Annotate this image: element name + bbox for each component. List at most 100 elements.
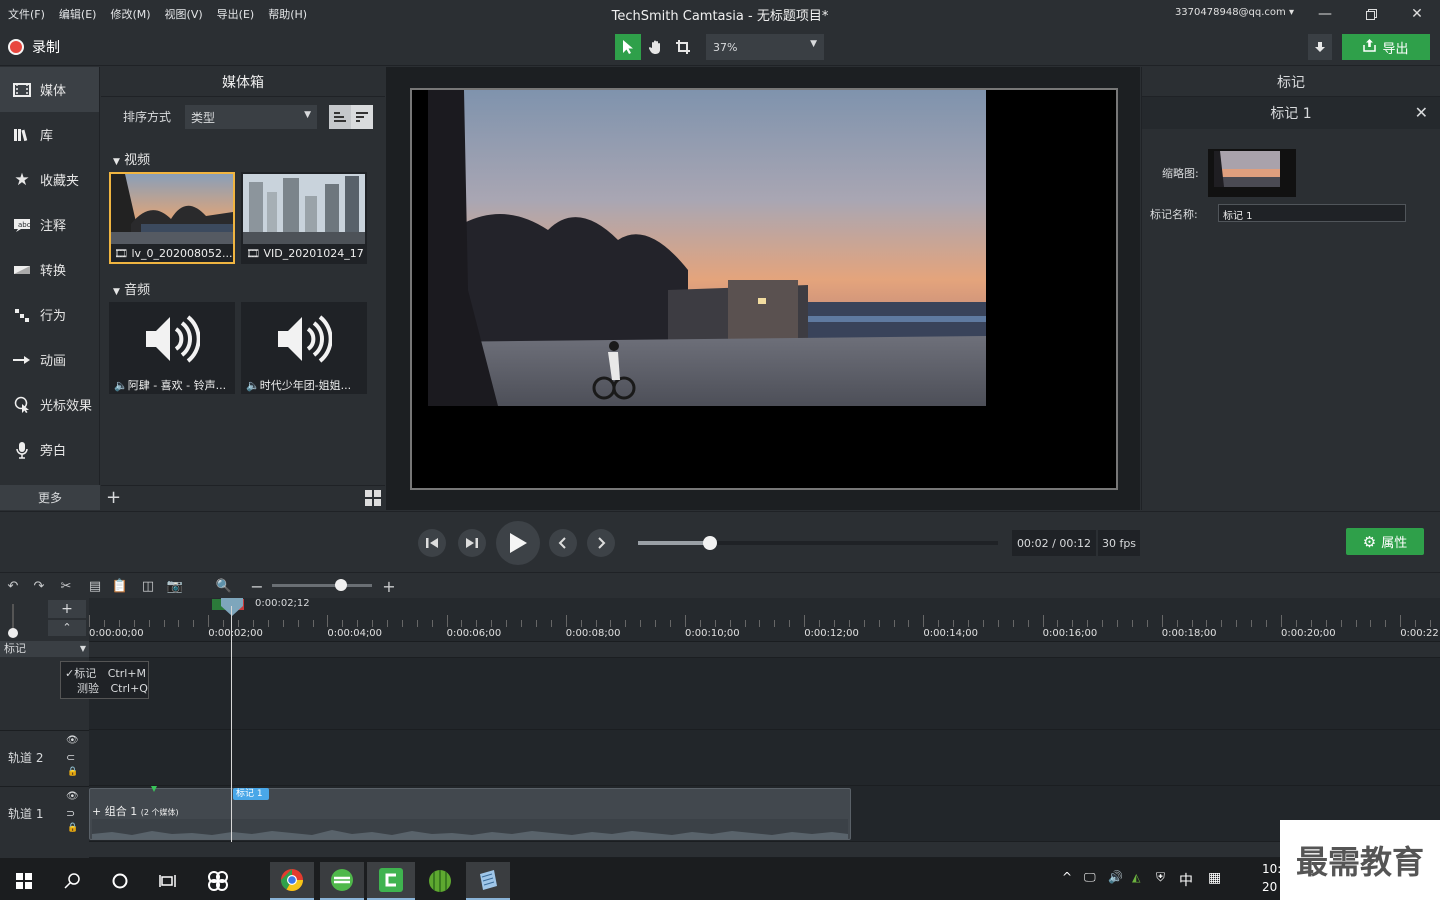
camera-icon[interactable]: 📷 — [166, 577, 184, 595]
copy-icon[interactable]: ▤ — [86, 577, 104, 595]
redo-icon[interactable]: ↷ — [30, 577, 48, 595]
taskbar-app-notes[interactable] — [466, 862, 510, 900]
play-button[interactable] — [496, 521, 540, 565]
audio-section-header[interactable]: ▼ 音频 — [113, 279, 150, 298]
close-window-button[interactable]: ✕ — [1394, 0, 1440, 28]
media-thumb-audio-2[interactable]: 🔈时代少年团-姐姐... — [241, 302, 367, 394]
sort-select[interactable]: 类型 ▼ — [185, 105, 317, 129]
collapse-button[interactable]: ⌃ — [48, 620, 86, 636]
details-view-button[interactable] — [329, 105, 351, 129]
clock-date[interactable]: 20 — [1262, 880, 1277, 894]
undo-icon[interactable]: ↶ — [4, 577, 22, 595]
eye-icon[interactable]: 👁 — [66, 791, 79, 802]
cortana-button[interactable] — [98, 862, 142, 900]
next-button[interactable] — [587, 529, 615, 557]
marker-chip[interactable]: 标记 1 — [233, 788, 269, 800]
security-icon[interactable]: ⛨ — [1156, 870, 1165, 885]
marker-track-dropdown[interactable]: 标记 ▼ — [0, 641, 89, 657]
group-clip[interactable]: + 组合 1 (2 个媒体) — [89, 788, 851, 840]
zoom-slider-handle[interactable] — [335, 579, 347, 591]
nav-cursor-effects[interactable]: 光标效果 — [0, 382, 99, 427]
nav-voice-narration[interactable]: 旁白 — [0, 427, 99, 472]
track-1[interactable]: + 组合 1 (2 个媒体) 标记 1 — [89, 786, 1440, 842]
split-icon[interactable]: ◫ — [139, 577, 157, 595]
menu-view[interactable]: 视图(V) — [165, 6, 203, 22]
start-button[interactable] — [2, 862, 46, 900]
magnet-icon[interactable]: ⊂ — [66, 751, 75, 764]
nav-animations[interactable]: 动画 — [0, 337, 99, 382]
nav-more-button[interactable]: 更多 — [0, 485, 100, 510]
taskbar-app-pinwheel[interactable] — [196, 862, 240, 900]
paste-icon[interactable]: 📋 — [111, 577, 129, 595]
nav-behaviors[interactable]: 行为 — [0, 292, 99, 337]
track-height-slider[interactable] — [8, 604, 48, 638]
magnet-icon[interactable]: ⊃ — [66, 807, 75, 820]
nav-media[interactable]: 媒体 — [0, 67, 99, 112]
marker-name-input[interactable]: 标记 1 — [1218, 204, 1406, 222]
taskbar-app-browser[interactable] — [320, 862, 364, 900]
add-icon[interactable]: + — [106, 487, 121, 508]
timeline-zoom-slider[interactable] — [272, 579, 372, 591]
download-button[interactable] — [1308, 34, 1332, 60]
marker-track[interactable] — [89, 642, 1440, 658]
menu-help[interactable]: 帮助(H) — [268, 6, 307, 22]
nvidia-icon[interactable]: ◭ — [1132, 871, 1140, 884]
zoom-out-icon[interactable]: − — [248, 577, 266, 596]
ime-indicator[interactable]: 中 — [1179, 870, 1193, 890]
taskbar-app-camtasia[interactable] — [367, 862, 415, 900]
crop-tool-button[interactable] — [670, 34, 696, 60]
menu-item-marker[interactable]: ✓标记 Ctrl+M — [65, 665, 146, 681]
scrubber-handle[interactable] — [703, 536, 717, 550]
lock-icon[interactable]: 🔒 — [67, 767, 78, 777]
ime-grid-icon[interactable]: ▦ — [1208, 870, 1221, 886]
nav-annotations[interactable]: abc 注释 — [0, 202, 99, 247]
step-back-button[interactable] — [418, 529, 446, 557]
add-track-button[interactable]: + — [48, 600, 86, 618]
menu-file[interactable]: 文件(F) — [8, 6, 45, 22]
clock-time[interactable]: 10: — [1262, 862, 1281, 876]
grid-view-icon[interactable] — [365, 490, 381, 506]
properties-button[interactable]: ⚙ 属性 — [1346, 528, 1424, 555]
search-icon[interactable]: 🔍 — [215, 577, 233, 595]
timeline-scrollbar[interactable] — [89, 842, 1440, 858]
export-button[interactable]: 导出 — [1342, 34, 1430, 60]
playback-scrubber[interactable] — [638, 536, 998, 550]
record-button[interactable]: 录制 — [8, 37, 60, 57]
volume-icon[interactable]: 🔊 — [1108, 870, 1123, 884]
taskbar-app-chrome[interactable] — [270, 862, 314, 900]
eye-hidden-icon[interactable]: 👁 — [66, 735, 79, 746]
media-thumb-video-1[interactable]: 🎞 lv_0_202008052... — [109, 172, 235, 264]
network-icon[interactable]: 🖵 — [1084, 870, 1096, 885]
zoom-select[interactable]: 37% ▼ — [706, 34, 824, 60]
taskbar-app-melon[interactable] — [418, 862, 462, 900]
nav-library[interactable]: 库 — [0, 112, 99, 157]
menu-item-quiz[interactable]: 测验 Ctrl+Q — [77, 680, 148, 696]
menu-edit[interactable]: 编辑(E) — [59, 6, 97, 22]
cut-icon[interactable]: ✂ — [57, 577, 75, 595]
search-button[interactable] — [50, 862, 94, 900]
sort-order-button[interactable] — [351, 105, 373, 129]
preview-canvas[interactable] — [410, 88, 1118, 490]
restore-button[interactable] — [1348, 0, 1394, 28]
select-tool-button[interactable] — [615, 34, 641, 60]
tray-expand-icon[interactable]: ^ — [1062, 870, 1072, 884]
pan-tool-button[interactable] — [643, 34, 669, 60]
nav-transitions[interactable]: 转换 — [0, 247, 99, 292]
zoom-in-icon[interactable]: + — [380, 577, 398, 596]
media-thumb-audio-1[interactable]: 🔈阿肆 - 喜欢 - 铃声... — [109, 302, 235, 394]
media-thumb-video-2[interactable]: 🎞 VID_20201024_17... — [241, 172, 367, 264]
account-menu[interactable]: 3370478948@qq.com ▾ — [1175, 7, 1294, 18]
playhead-handle[interactable] — [221, 598, 243, 616]
step-forward-button[interactable] — [458, 529, 486, 557]
lock-icon[interactable]: 🔒 — [67, 823, 78, 833]
video-frame[interactable] — [428, 90, 986, 406]
minimize-button[interactable]: — — [1302, 0, 1348, 28]
close-icon[interactable]: ✕ — [1415, 103, 1428, 122]
menu-modify[interactable]: 修改(M) — [110, 6, 150, 22]
task-view-button[interactable] — [146, 862, 190, 900]
nav-favorites[interactable]: ★ 收藏夹 — [0, 157, 99, 202]
video-section-header[interactable]: ▼ 视频 — [113, 149, 150, 168]
previous-button[interactable] — [549, 529, 577, 557]
menu-export[interactable]: 导出(E) — [217, 6, 255, 22]
track-2[interactable] — [89, 730, 1440, 786]
